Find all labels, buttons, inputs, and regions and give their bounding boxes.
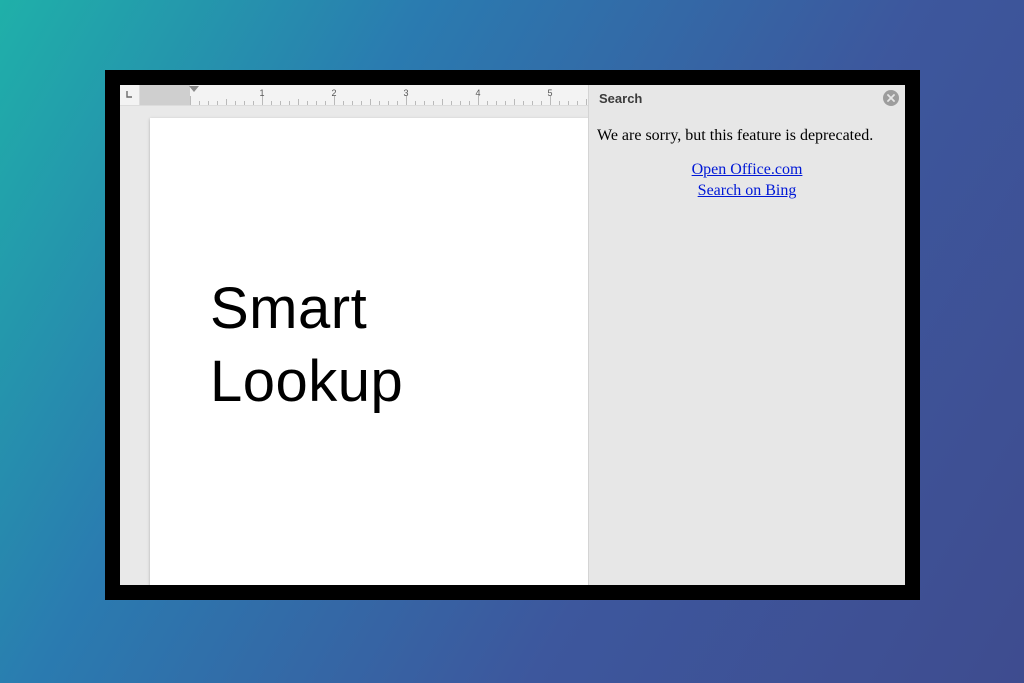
ruler-tick: [271, 101, 272, 105]
link-search-bing[interactable]: Search on Bing: [597, 181, 897, 202]
ruler-number: 1: [259, 88, 264, 98]
sidebar-title: Search: [599, 91, 883, 106]
document-area: 1 2 3 4 5 Smart Lookup: [120, 85, 588, 585]
app-window-frame: 1 2 3 4 5 Smart Lookup Search: [105, 70, 920, 600]
ruler-tick: [352, 101, 353, 105]
document-body-text[interactable]: Smart Lookup: [210, 273, 403, 418]
ruler-tick: [298, 99, 299, 105]
ruler-tick: [361, 101, 362, 105]
ruler-tick: [190, 96, 191, 105]
ruler-tick: [208, 101, 209, 105]
ruler-tick: [388, 101, 389, 105]
ruler-number: 5: [547, 88, 552, 98]
ruler-tick: [424, 101, 425, 105]
ruler-number: 4: [475, 88, 480, 98]
ruler-tick: [532, 101, 533, 105]
sidebar-body: We are sorry, but this feature is deprec…: [589, 112, 905, 202]
ruler-tick: [280, 101, 281, 105]
tab-stop-icon: [125, 89, 135, 99]
ruler-tick: [568, 101, 569, 105]
app-window: 1 2 3 4 5 Smart Lookup Search: [120, 85, 905, 585]
ruler-tick: [577, 101, 578, 105]
ruler-tick: [514, 99, 515, 105]
ruler-tick: [307, 101, 308, 105]
horizontal-ruler[interactable]: 1 2 3 4 5: [120, 85, 588, 106]
ruler-tick: [505, 101, 506, 105]
link-open-office[interactable]: Open Office.com: [597, 160, 897, 181]
ruler-tick: [586, 99, 587, 105]
ruler-number: 2: [331, 88, 336, 98]
ruler-tick: [316, 101, 317, 105]
sidebar-header: Search: [589, 85, 905, 112]
ruler-tick: [442, 99, 443, 105]
ruler-tick: [397, 101, 398, 105]
search-sidebar: Search We are sorry, but this feature is…: [588, 85, 905, 585]
ruler-tick: [541, 101, 542, 105]
ruler-tick: [244, 101, 245, 105]
document-page[interactable]: Smart Lookup: [150, 118, 588, 585]
ruler-tick: [433, 101, 434, 105]
ruler-track: 1 2 3 4 5: [140, 85, 588, 105]
ruler-tick: [379, 101, 380, 105]
ruler-number: 3: [403, 88, 408, 98]
ruler-tick: [199, 101, 200, 105]
ruler-corner: [120, 85, 140, 105]
ruler-tick: [559, 101, 560, 105]
ruler-tick: [226, 99, 227, 105]
ruler-tick: [343, 101, 344, 105]
document-viewport[interactable]: Smart Lookup: [120, 106, 588, 585]
ruler-tick: [325, 101, 326, 105]
ruler-tick: [496, 101, 497, 105]
close-icon: [886, 93, 896, 103]
desktop-background: 1 2 3 4 5 Smart Lookup Search: [0, 0, 1024, 683]
ruler-tick: [487, 101, 488, 105]
ruler-tick: [415, 101, 416, 105]
ruler-tick: [253, 101, 254, 105]
sidebar-deprecated-message: We are sorry, but this feature is deprec…: [597, 126, 897, 146]
ruler-tick: [523, 101, 524, 105]
ruler-tick: [451, 101, 452, 105]
ruler-tick: [289, 101, 290, 105]
sidebar-close-button[interactable]: [883, 90, 899, 106]
ruler-tick: [217, 101, 218, 105]
ruler-tick: [460, 101, 461, 105]
ruler-tick: [370, 99, 371, 105]
ruler-tick: [469, 101, 470, 105]
indent-marker-icon[interactable]: [189, 86, 199, 92]
ruler-tick: [235, 101, 236, 105]
ruler-left-margin: [140, 85, 190, 105]
